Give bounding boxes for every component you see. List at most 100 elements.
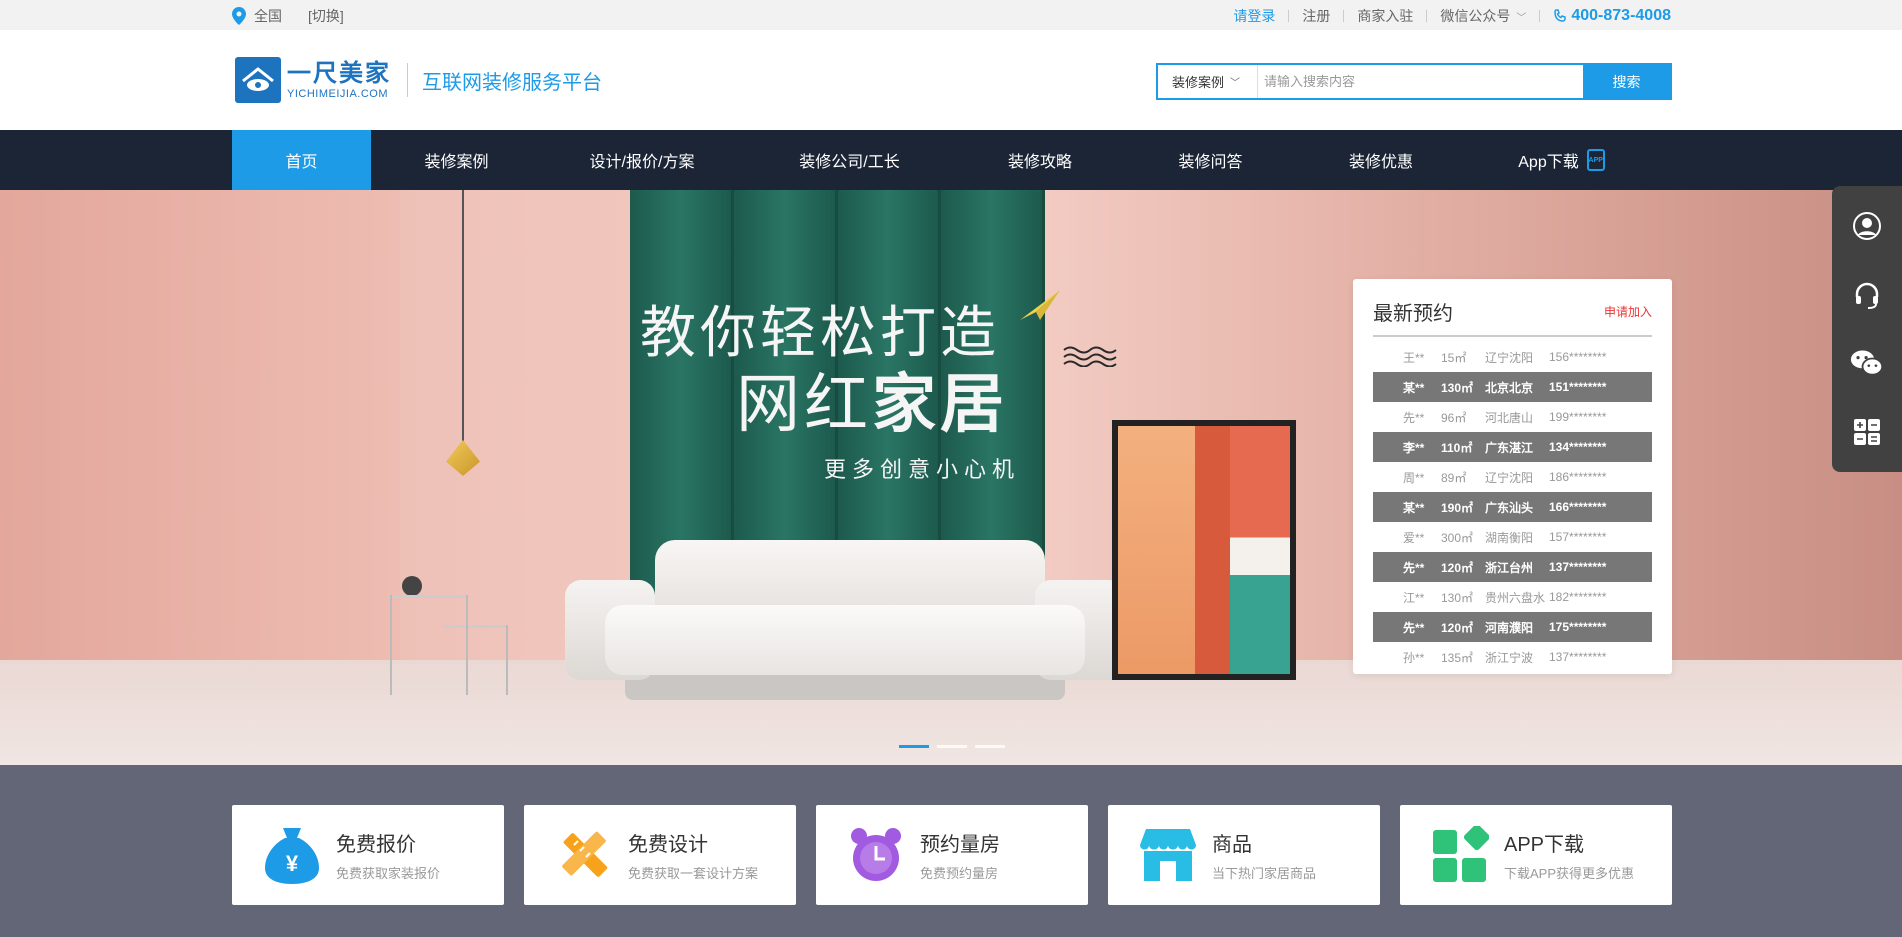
feature-title: 预约量房: [920, 834, 1000, 856]
banner-line-2: 网红家居: [736, 366, 1020, 442]
nav-item-app-download[interactable]: App下载 APP: [1464, 130, 1659, 190]
appointment-row: 先** 120㎡ 河南濮阳 175********: [1373, 612, 1652, 642]
banner-line-1: 教你轻松打造: [640, 301, 1000, 364]
appointment-name: 某**: [1403, 380, 1425, 395]
ruler-pencil-icon: [554, 825, 614, 885]
alarm-clock-icon: [846, 825, 906, 885]
nav-item-home[interactable]: 首页: [232, 130, 371, 190]
feature-card-products[interactable]: 商品 当下热门家居商品: [1108, 805, 1380, 905]
paper-plane-icon: [1020, 290, 1060, 320]
pendant-lamp-icon: [446, 440, 480, 476]
divider: [407, 63, 408, 97]
nav-item-offers[interactable]: 装修优惠: [1298, 130, 1464, 190]
feature-card-measure-booking[interactable]: 预约量房 免费预约量房: [816, 805, 1088, 905]
feature-subtitle: 免费获取家装报价: [336, 866, 441, 881]
appointment-row: 王** 15㎡ 辽宁沈阳 156********: [1373, 342, 1652, 372]
appointment-phone: 186********: [1549, 470, 1607, 484]
appointment-city: 辽宁沈阳: [1485, 470, 1534, 485]
divider: [1343, 10, 1345, 22]
money-bag-icon: ¥: [262, 825, 322, 885]
nav-item-design-quote[interactable]: 设计/报价/方案: [542, 130, 742, 190]
appointment-city: 河北唐山: [1485, 410, 1534, 425]
appointment-area: 120㎡: [1441, 560, 1474, 575]
sofa-illustration: [565, 540, 1125, 700]
appointment-city: 辽宁沈阳: [1485, 350, 1534, 365]
login-link[interactable]: 请登录: [1233, 6, 1275, 26]
appointment-row: 某** 190㎡ 广东汕头 166********: [1373, 492, 1652, 522]
merchant-join-link[interactable]: 商家入驻: [1357, 6, 1413, 26]
user-icon[interactable]: [1850, 209, 1884, 243]
logo-mark-icon: [235, 57, 281, 103]
nav-item-qa[interactable]: 装修问答: [1123, 130, 1298, 190]
appointment-phone: 151********: [1549, 380, 1607, 394]
latest-appointments-card: 最新预约 申请加入 王** 15㎡ 辽宁沈阳 156******** 某** 130㎡ 北京…: [1353, 279, 1672, 674]
nav-items: 首页 装修案例 设计/报价/方案 装修公司/工长 装修攻略 装修问答 装修优惠 …: [232, 130, 1659, 190]
appointments-title: 最新预约: [1373, 303, 1453, 325]
appointment-city: 浙江宁波: [1485, 650, 1534, 665]
appointment-phone: 199********: [1549, 410, 1607, 424]
wave-lines-icon: [1063, 346, 1117, 367]
appointment-phone: 137********: [1549, 650, 1607, 664]
search-category-label: 装修案例: [1172, 75, 1225, 90]
divider: [1288, 10, 1290, 22]
feature-subtitle: 免费预约量房: [920, 866, 999, 881]
appointment-name: 王**: [1403, 350, 1425, 365]
hotline: 400-873-4008: [1553, 7, 1671, 25]
top-links: 请登录 注册 商家入驻 微信公众号 ﹀ 400-873-4008: [1233, 6, 1671, 26]
carousel-dot[interactable]: [975, 745, 1005, 748]
chevron-down-icon: ﹀: [1230, 78, 1241, 89]
hotline-number: 400-873-4008: [1571, 7, 1671, 24]
appointment-phone: 182********: [1549, 590, 1607, 604]
location-switch-link[interactable]: [切换]: [308, 6, 344, 26]
appointment-name: 孙**: [1403, 650, 1425, 665]
appointment-area: 130㎡: [1441, 380, 1474, 395]
wechat-icon[interactable]: [1850, 346, 1884, 380]
art-frame: [1112, 420, 1296, 680]
apply-join-link[interactable]: 申请加入: [1604, 303, 1652, 320]
appointment-row: 某** 130㎡ 北京北京 151********: [1373, 372, 1652, 402]
pendant-lamp-wire: [462, 190, 464, 445]
banner-line-2a: 网红: [736, 368, 872, 440]
appointment-phone: 157********: [1549, 530, 1607, 544]
feature-card-free-design[interactable]: 免费设计 免费获取一套设计方案: [524, 805, 796, 905]
divider: [1426, 10, 1428, 22]
appointment-row: 先** 96㎡ 河北唐山 199********: [1373, 402, 1652, 432]
nav-item-guides[interactable]: 装修攻略: [957, 130, 1123, 190]
appointments-list: 王** 15㎡ 辽宁沈阳 156******** 某** 130㎡ 北京北京 151*****…: [1373, 342, 1652, 677]
register-link[interactable]: 注册: [1302, 6, 1330, 26]
appointment-name: 某**: [1403, 500, 1425, 515]
side-table: [388, 576, 508, 700]
headset-icon[interactable]: [1850, 278, 1884, 312]
feature-title: 免费报价: [336, 834, 416, 856]
phone-icon: [1554, 9, 1567, 22]
feature-title: 免费设计: [628, 834, 708, 856]
wechat-account-dropdown[interactable]: 微信公众号 ﹀: [1440, 6, 1526, 26]
appointment-city: 湖南衡阳: [1485, 530, 1534, 545]
appointment-phone: 156********: [1549, 350, 1607, 364]
feature-card-free-quote[interactable]: ¥ 免费报价 免费获取家装报价: [232, 805, 504, 905]
search-input[interactable]: [1258, 65, 1583, 98]
appointment-city: 广东汕头: [1485, 500, 1534, 515]
appointment-city: 广东湛江: [1485, 440, 1534, 455]
appointment-name: 先**: [1403, 620, 1425, 635]
banner-line-2b: 家居: [872, 368, 1008, 440]
nav-item-companies[interactable]: 装修公司/工长: [742, 130, 957, 190]
carousel-dot[interactable]: [937, 745, 967, 748]
nav-item-cases[interactable]: 装修案例: [371, 130, 542, 190]
search-button[interactable]: 搜索: [1583, 65, 1670, 98]
appointment-row: 先** 120㎡ 浙江台州 137********: [1373, 552, 1652, 582]
floating-sidebar: [1832, 186, 1902, 472]
appointment-row: 孙** 135㎡ 浙江宁波 137********: [1373, 642, 1652, 672]
calculator-icon[interactable]: [1850, 415, 1884, 449]
feature-title: 商品: [1212, 834, 1252, 856]
appointment-name: 周**: [1403, 470, 1425, 485]
appointment-area: 135㎡: [1441, 650, 1474, 665]
appointment-city: 北京北京: [1485, 380, 1534, 395]
search-category-select[interactable]: 装修案例 ﹀: [1158, 65, 1258, 98]
feature-card-app-download[interactable]: APP下载 下载APP获得更多优惠: [1400, 805, 1672, 905]
appointment-area: 110㎡: [1441, 440, 1473, 455]
carousel-dot[interactable]: [899, 745, 929, 748]
nav-item-app-label: App下载: [1518, 154, 1579, 171]
banner-headline: 教你轻松打造 网红家居 更多创意小心机: [640, 300, 1020, 484]
site-logo[interactable]: 一尺美家 YICHIMEIJIA.COM 互联网装修服务平台: [235, 57, 602, 103]
